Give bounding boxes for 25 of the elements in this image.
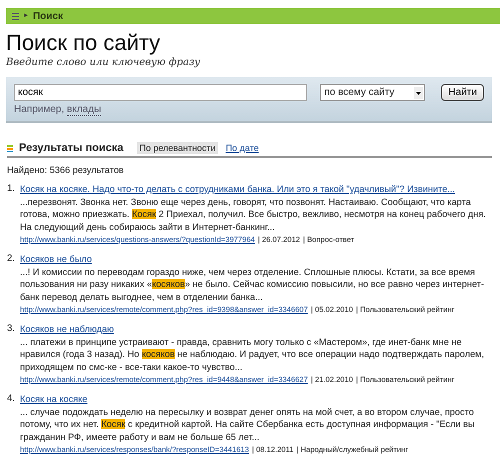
sort-tab[interactable]: По релевантности bbox=[137, 142, 218, 154]
result-snippet: ... платежи в принципе устраивают - правда, сравнить могу только с «Мастером», где инет-банк мне не нравился (года 3 назад). Но косяков не наблюдаю. И радует, что все операции надо подтверждать паролем, приходящем по смс-ке - все-таки какое-то чувство... bbox=[20, 336, 486, 373]
result-number: 4. bbox=[7, 393, 16, 406]
example-label: Например, bbox=[14, 104, 64, 115]
results-title: Результаты поиска bbox=[19, 142, 124, 154]
bars-icon bbox=[12, 12, 19, 20]
search-field[interactable]: косяк bbox=[14, 84, 308, 101]
scope-dropdown[interactable]: по всему сайту bbox=[320, 84, 426, 101]
result-title-link[interactable]: Косяков не наблюдаю bbox=[20, 324, 114, 334]
result-title-link[interactable]: Косяк на косяке. Надо что-то делать с сотрудниками банка. Или это я такой "удачливый"? Извините... bbox=[20, 184, 455, 194]
result-snippet: ...! И комиссии по переводам гораздо ниже, чем через отделение. Сплошные плюсы. Кстати, за все время пользования ни разу никаких «косяков» не было. Сейчас комиссию повысили, но все равно через интернет-банк перевод делать выгоднее, чем в отделении банка... bbox=[20, 266, 486, 303]
sort-tab[interactable]: По дате bbox=[224, 142, 261, 154]
result-number: 2. bbox=[7, 253, 16, 266]
result-snippet: ...перезвонят. Звонка нет. Звоню еще через день, говорят, что позвонят. Настаиваю. Сообщают, что карта готова, можно приезжать. Косяк 2 Приехал, получил. Все быстро, вежливо, несмотря на конец рабочего дня. На следующий день собираюсь зайти в Интернет-банкинг... bbox=[20, 196, 487, 233]
page-subtitle: Введите слово или ключевую фразу bbox=[6, 57, 202, 68]
result-title-link[interactable]: Косяков не было bbox=[20, 254, 92, 264]
bars-icon bbox=[7, 144, 13, 152]
results-count: Найдено: 5366 результатов bbox=[7, 165, 125, 175]
result-number: 3. bbox=[7, 323, 16, 336]
page-title: Поиск по сайту bbox=[6, 30, 162, 56]
result-number: 1. bbox=[7, 183, 16, 196]
result-title-link[interactable]: Косяк на косяке bbox=[20, 394, 88, 404]
breadcrumb-label[interactable]: Поиск bbox=[32, 10, 63, 22]
example-link[interactable]: вклады bbox=[66, 104, 102, 116]
search-button[interactable]: Найти bbox=[441, 84, 484, 101]
